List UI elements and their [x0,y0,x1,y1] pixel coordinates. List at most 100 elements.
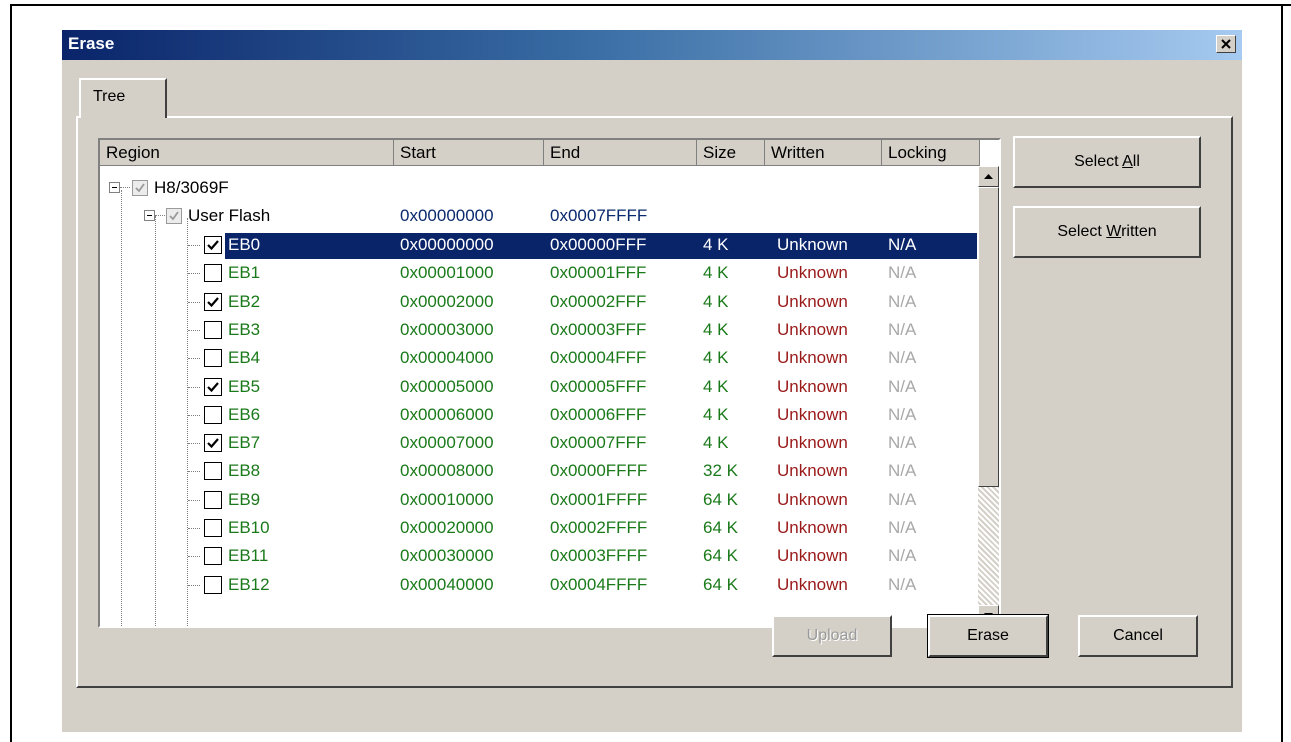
collapse-icon[interactable] [144,210,155,221]
tree-row-block[interactable]: EB10 0x00020000 0x0002FFFF 64 K Unknown N/A [100,515,980,543]
tree-connector [188,528,200,529]
block-locking: N/A [888,292,917,311]
tree-row-block[interactable]: EB12 0x00040000 0x0004FFFF 64 K Unknown N/A [100,572,980,600]
tree-row-block[interactable]: EB1 0x00001000 0x00001FFF 4 K Unknown N/A [100,260,980,288]
tree-connector [188,500,200,501]
block-name: EB10 [228,518,270,537]
block-checkbox[interactable] [204,321,222,339]
block-locking: N/A [888,235,917,254]
block-end: 0x0001FFFF [550,490,648,509]
tree-row-block[interactable]: EB3 0x00003000 0x00003FFF 4 K Unknown N/A [100,317,980,345]
scroll-up-button[interactable] [978,166,999,187]
block-end: 0x00005FFF [550,377,647,396]
block-size: 64 K [703,518,738,537]
column-header-locking[interactable]: Locking [882,140,980,166]
block-checkbox[interactable] [204,378,222,396]
tree-connector [188,415,200,416]
block-end: 0x00002FFF [550,292,647,311]
erase-dialog: Erase Tree Region Start End Size Written… [62,30,1242,732]
block-written: Unknown [777,518,848,537]
block-checkbox[interactable] [204,406,222,424]
block-start: 0x00006000 [400,405,494,424]
block-checkbox[interactable] [204,264,222,282]
block-checkbox[interactable] [204,576,222,594]
block-written: Unknown [777,377,848,396]
tree-row-block[interactable]: EB0 0x00000000 0x00000FFF 4 K Unknown N/A [100,232,980,260]
select-all-label: Select All [1074,153,1140,170]
block-checkbox[interactable] [204,434,222,452]
tree-row-block[interactable]: EB8 0x00008000 0x0000FFFF 32 K Unknown N/A [100,458,980,486]
block-locking: N/A [888,518,917,537]
block-written: Unknown [777,433,848,452]
title-bar[interactable]: Erase [62,30,1242,60]
block-end: 0x00000FFF [550,235,647,254]
column-header-size[interactable]: Size [697,140,765,166]
block-checkbox[interactable] [204,236,222,254]
tab-tree[interactable]: Tree [79,78,167,118]
column-header-written[interactable]: Written [765,140,882,166]
tree-row-user-flash[interactable]: User Flash 0x00000000 0x0007FFFF [100,203,980,231]
block-end: 0x0003FFFF [550,546,648,565]
vertical-scrollbar[interactable] [978,166,999,626]
block-start: 0x00004000 [400,348,494,367]
block-checkbox[interactable] [204,462,222,480]
block-locking: N/A [888,433,917,452]
block-start: 0x00005000 [400,377,494,396]
checkmark-icon [207,382,219,393]
block-size: 4 K [703,235,729,254]
tree-row-block[interactable]: EB5 0x00005000 0x00005FFF 4 K Unknown N/A [100,374,980,402]
block-checkbox[interactable] [204,491,222,509]
column-header-end[interactable]: End [544,140,697,166]
block-end: 0x00007FFF [550,433,647,452]
tree-row-block[interactable]: EB11 0x00030000 0x0003FFFF 64 K Unknown N/A [100,543,980,571]
tree-row-block[interactable]: EB4 0x00004000 0x00004FFF 4 K Unknown N/A [100,345,980,373]
block-checkbox[interactable] [204,293,222,311]
upload-button[interactable]: Upload [772,615,892,657]
select-all-button[interactable]: Select All [1013,136,1201,188]
block-size: 4 K [703,263,729,282]
block-checkbox[interactable] [204,519,222,537]
block-start: 0x00003000 [400,320,494,339]
block-name: EB8 [228,461,261,480]
block-written: Unknown [777,348,848,367]
erase-button[interactable]: Erase [927,614,1049,658]
tree-connector [188,585,200,586]
tree-row-block[interactable]: EB6 0x00006000 0x00006FFF 4 K Unknown N/A [100,402,980,430]
scroll-thumb[interactable] [978,187,999,487]
block-locking: N/A [888,320,917,339]
column-header-region[interactable]: Region [100,140,394,166]
collapse-icon[interactable] [109,182,120,193]
block-size: 4 K [703,348,729,367]
close-icon [1221,39,1231,49]
tab-tree-label: Tree [93,88,126,105]
tree-connector [155,215,165,216]
select-written-button[interactable]: Select Written [1013,206,1201,258]
column-header-start[interactable]: Start [394,140,544,166]
page-frame-left [10,4,12,742]
close-button[interactable] [1216,35,1236,53]
user-flash-start: 0x00000000 [400,206,494,225]
block-size: 4 K [703,292,729,311]
device-checkbox[interactable] [132,180,148,196]
tree-connector [188,387,200,388]
tree-row-block[interactable]: EB7 0x00007000 0x00007FFF 4 K Unknown N/A [100,430,980,458]
tree-connector [188,302,200,303]
tree-row-device[interactable]: H8/3069F [100,175,980,203]
block-checkbox[interactable] [204,349,222,367]
block-name: EB5 [228,377,261,396]
page-frame-right [1281,4,1283,742]
block-written: Unknown [777,575,848,594]
block-written: Unknown [777,461,848,480]
block-end: 0x0002FFFF [550,518,648,537]
cancel-button[interactable]: Cancel [1078,615,1198,657]
tree-row-block[interactable]: EB9 0x00010000 0x0001FFFF 64 K Unknown N/A [100,487,980,515]
tree-connector [120,187,130,188]
block-checkbox[interactable] [204,547,222,565]
tree-row-block[interactable]: EB2 0x00002000 0x00002FFF 4 K Unknown N/A [100,289,980,317]
block-size: 32 K [703,461,738,480]
block-written: Unknown [777,546,848,565]
block-size: 64 K [703,546,738,565]
region-tree-list[interactable]: Region Start End Size Written Locking H8… [98,138,1001,628]
user-flash-checkbox[interactable] [166,208,182,224]
device-label: H8/3069F [154,178,229,197]
